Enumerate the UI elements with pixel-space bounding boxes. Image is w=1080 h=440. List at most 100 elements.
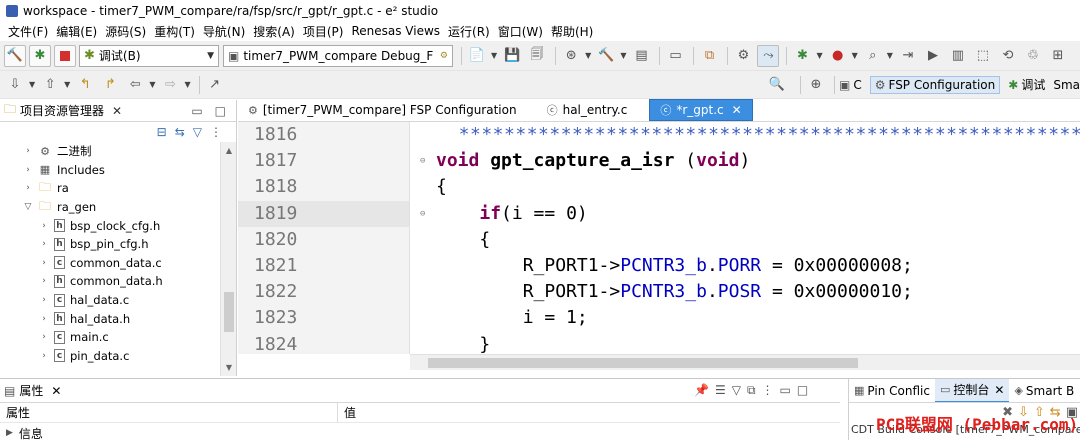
code-area[interactable]: 1816 1817 1818 1819 1820 1821 1822 1823 1824 ⊖ ⊖… xyxy=(238,122,1080,354)
external-tools-icon[interactable]: ⌕ xyxy=(862,45,884,67)
step-icon[interactable]: ⇥ xyxy=(897,45,919,67)
perspective-debug[interactable]: ✱ 调试 xyxy=(1008,76,1045,93)
menu-refactor[interactable]: 重构(T) xyxy=(150,23,199,40)
pin-icon[interactable]: 📌 xyxy=(694,383,709,398)
fold-collapse-icon[interactable]: ⊖ xyxy=(420,201,432,227)
minimize-icon[interactable]: ▭ xyxy=(191,104,202,118)
scroll-down-icon[interactable]: ▼ xyxy=(221,363,237,372)
tab-hal-entry[interactable]: ⓒ hal_entry.c xyxy=(527,99,638,121)
components-icon[interactable]: ⧉ xyxy=(698,45,720,67)
tab-r-gpt[interactable]: ⓒ *r_gpt.c ✕ xyxy=(649,99,753,121)
tab-console[interactable]: ▭ 控制台 ✕ xyxy=(934,379,1010,402)
view-menu-icon[interactable]: ⋮ xyxy=(762,383,774,398)
debug-launch-icon[interactable]: ✱ xyxy=(791,45,813,67)
chevron-down-icon[interactable]: ▼ xyxy=(852,51,858,60)
build-hammer-icon[interactable]: 🔨 xyxy=(4,44,26,67)
chevron-down-icon[interactable]: ▼ xyxy=(149,80,155,89)
prev-annotation-icon[interactable]: ⇧ xyxy=(39,74,61,96)
chevron-right-icon[interactable]: › xyxy=(38,314,50,324)
property-row-info[interactable]: ▶ 信息 xyxy=(0,424,340,440)
save-all-icon[interactable]: 🗐 xyxy=(526,45,548,67)
close-icon[interactable]: ✕ xyxy=(112,104,122,118)
back-arrow-icon[interactable]: ⇦ xyxy=(124,74,146,96)
tree-item[interactable]: › h hal_data.h xyxy=(0,309,220,328)
launch-settings-gear-icon[interactable]: ⚙ xyxy=(440,51,448,61)
chevron-right-icon[interactable]: ▶ xyxy=(6,428,13,438)
chevron-right-icon[interactable]: › xyxy=(22,146,34,156)
categories-icon[interactable]: ☰ xyxy=(715,383,726,398)
menu-navigate[interactable]: 导航(N) xyxy=(199,23,249,40)
perspective-c[interactable]: ▣ C xyxy=(839,78,862,92)
chevron-right-icon[interactable]: › xyxy=(22,183,34,193)
collapse-all-icon[interactable]: ⊟ xyxy=(157,125,167,139)
tree-item[interactable]: › 🗀 ra xyxy=(0,179,220,198)
restore-default-icon[interactable]: ⧉ xyxy=(747,383,756,398)
analysis-icon[interactable]: ⊞ xyxy=(1047,45,1069,67)
registers-icon[interactable]: ▥ xyxy=(947,45,969,67)
open-perspective-icon[interactable]: ⊕ xyxy=(805,74,827,96)
tab-fsp-configuration[interactable]: ⚙ [timer7_PWM_compare] FSP Configuration xyxy=(238,99,527,121)
chevron-down-icon[interactable]: ▼ xyxy=(491,51,497,60)
tree-item[interactable]: › h bsp_pin_cfg.h xyxy=(0,235,220,254)
tree-item[interactable]: ▽ 🗀 ra_gen xyxy=(0,198,220,217)
build-config-icon[interactable]: 🔨 xyxy=(595,45,617,67)
tree-item[interactable]: › ▦ Includes xyxy=(0,161,220,180)
tree-item[interactable]: › h bsp_clock_cfg.h xyxy=(0,216,220,235)
tree-item[interactable]: › c main.c xyxy=(0,328,220,347)
chevron-right-icon[interactable]: › xyxy=(38,332,50,342)
menu-edit[interactable]: 编辑(E) xyxy=(52,23,101,40)
tree-item[interactable]: › c hal_data.c xyxy=(0,291,220,310)
tree-item[interactable]: › ⚙ 二进制 xyxy=(0,142,220,161)
filter-icon[interactable]: ▽ xyxy=(732,383,741,398)
tree-scrollbar[interactable]: ▲ ▼ xyxy=(220,142,236,376)
chevron-right-icon[interactable]: › xyxy=(38,258,50,268)
perspective-smart[interactable]: Sma xyxy=(1053,78,1080,92)
maximize-icon[interactable]: □ xyxy=(797,383,808,398)
chevron-right-icon[interactable]: › xyxy=(38,239,50,249)
chevron-down-icon[interactable]: ▼ xyxy=(29,80,35,89)
chevron-down-icon[interactable]: ▼ xyxy=(585,51,591,60)
project-explorer-tab[interactable]: 🗀 项目资源管理器 ✕ ▭ □ xyxy=(0,100,236,122)
target-icon[interactable]: ⊛ xyxy=(560,45,582,67)
trace-icon[interactable]: ♲ xyxy=(1022,45,1044,67)
scroll-thumb[interactable] xyxy=(428,358,858,368)
menu-window[interactable]: 窗口(W) xyxy=(494,23,547,40)
menu-project[interactable]: 项目(P) xyxy=(299,23,348,40)
save-icon[interactable]: 💾 xyxy=(501,45,523,67)
view-menu-icon[interactable]: ⋮ xyxy=(210,125,222,139)
chevron-down-icon[interactable]: ▼ xyxy=(887,51,893,60)
chevron-right-icon[interactable]: › xyxy=(22,165,34,175)
chevron-right-icon[interactable]: › xyxy=(38,351,50,361)
chevron-down-icon[interactable]: ▼ xyxy=(64,80,70,89)
chevron-down-icon[interactable]: ▼ xyxy=(816,51,822,60)
editor-horizontal-scrollbar[interactable] xyxy=(410,354,1080,370)
filter-icon[interactable]: ▽ xyxy=(193,125,202,139)
maximize-icon[interactable]: □ xyxy=(215,104,226,118)
menu-search[interactable]: 搜索(A) xyxy=(249,23,299,40)
tree-item[interactable]: › h common_data.h xyxy=(0,272,220,291)
close-icon[interactable]: ✕ xyxy=(51,384,61,398)
stop-icon[interactable] xyxy=(54,44,76,67)
forward-arrow-icon[interactable]: ⇨ xyxy=(159,74,181,96)
menu-run[interactable]: 运行(R) xyxy=(444,23,494,40)
search-icon[interactable]: 🔍 xyxy=(766,74,788,96)
scroll-thumb[interactable] xyxy=(224,292,234,332)
close-icon[interactable]: ✕ xyxy=(994,383,1004,397)
terminal-icon[interactable]: ▤ xyxy=(630,45,652,67)
chevron-down-icon[interactable]: ▽ xyxy=(22,202,34,212)
close-icon[interactable]: ✕ xyxy=(732,103,742,117)
console-icon[interactable]: ▭ xyxy=(664,45,686,67)
scroll-up-icon[interactable]: ▲ xyxy=(221,146,237,155)
launch-config-select[interactable]: ▣ timer7_PWM_compare Debug_F ⚙ xyxy=(223,44,453,67)
new-file-icon[interactable]: 📄 xyxy=(466,45,488,67)
menu-source[interactable]: 源码(S) xyxy=(101,23,150,40)
minimize-icon[interactable]: ▭ xyxy=(780,383,791,398)
realtime-icon[interactable]: ⟲ xyxy=(997,45,1019,67)
run-launch-icon[interactable]: ● xyxy=(827,45,849,67)
memory-icon[interactable]: ⬚ xyxy=(972,45,994,67)
tab-pin-conflicts[interactable]: ▦ Pin Conflic xyxy=(849,379,935,402)
link-editor-icon[interactable]: ⇆ xyxy=(175,125,185,139)
resume-icon[interactable]: ▶ xyxy=(922,45,944,67)
tree-item[interactable]: › c common_data.c xyxy=(0,254,220,273)
settings-gear-icon[interactable]: ⚙ xyxy=(732,45,754,67)
